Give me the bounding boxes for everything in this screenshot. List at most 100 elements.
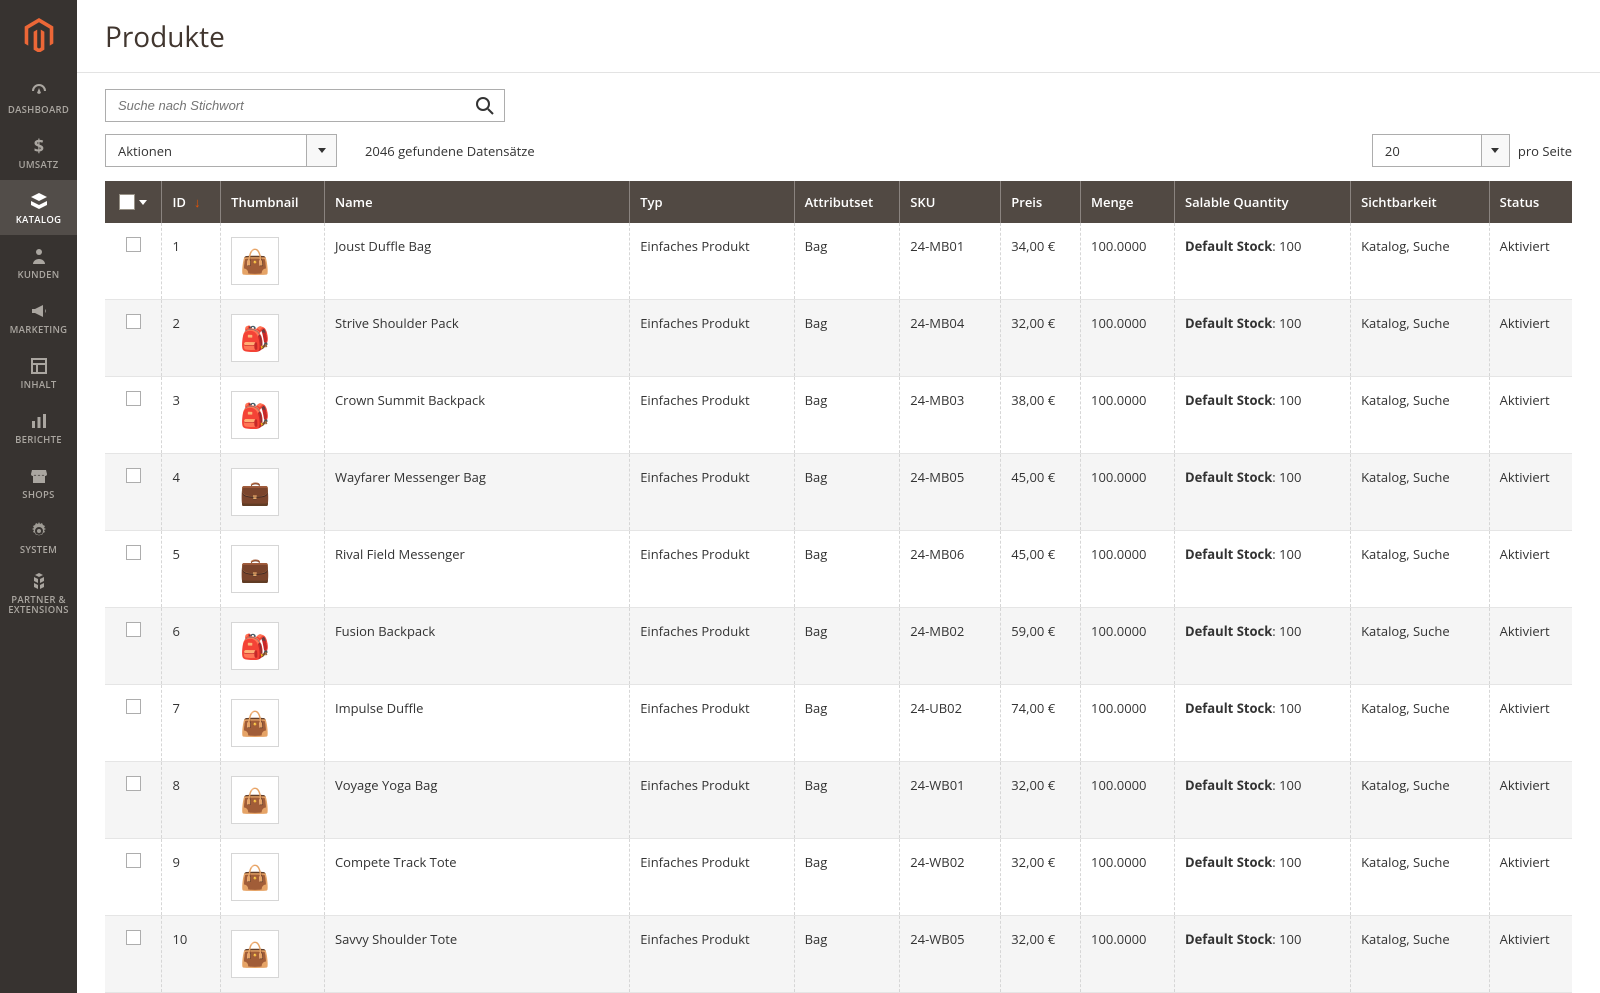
row-checkbox[interactable] [126,237,141,252]
cell-select [105,300,162,377]
cell-thumbnail: 🎒 [221,377,325,454]
search-input[interactable] [105,89,505,122]
col-header-qty[interactable]: Menge [1081,181,1175,223]
cell-qty: 100.0000 [1081,300,1175,377]
cell-id: 1 [162,223,221,300]
table-row[interactable]: 9 👜 Compete Track Tote Einfaches Produkt… [105,839,1572,916]
cell-price: 74,00 € [1001,685,1081,762]
page-size-value: 20 [1373,142,1481,160]
product-thumbnail[interactable]: 💼 [231,468,279,516]
col-header-status[interactable]: Status [1489,181,1572,223]
product-thumbnail[interactable]: 🎒 [231,314,279,362]
cell-id: 5 [162,531,221,608]
page-size-toggle[interactable] [1481,135,1509,166]
cell-type: Einfaches Produkt [630,454,794,531]
cell-salable: Default Stock: 100 [1174,685,1350,762]
col-header-visibility[interactable]: Sichtbarkeit [1351,181,1490,223]
cell-thumbnail: 🎒 [221,300,325,377]
product-thumbnail[interactable]: 👜 [231,237,279,285]
product-thumbnail[interactable]: 👜 [231,699,279,747]
row-checkbox[interactable] [126,930,141,945]
cell-id: 4 [162,454,221,531]
cell-price: 38,00 € [1001,377,1081,454]
cell-status: Aktiviert [1489,762,1572,839]
cell-visibility: Katalog, Suche [1351,223,1490,300]
page-size-select[interactable]: 20 [1372,134,1510,167]
boxes-icon [29,570,49,592]
table-row[interactable]: 2 🎒 Strive Shoulder Pack Einfaches Produ… [105,300,1572,377]
cell-attributeset: Bag [794,300,900,377]
col-header-sku[interactable]: SKU [900,181,1001,223]
cell-thumbnail: 💼 [221,531,325,608]
cell-name: Impulse Duffle [324,685,629,762]
cell-select [105,685,162,762]
cell-salable: Default Stock: 100 [1174,223,1350,300]
col-header-name[interactable]: Name [324,181,629,223]
product-grid: ID↓ Thumbnail Name Typ Attributset SKU P… [105,181,1572,993]
row-checkbox[interactable] [126,314,141,329]
product-thumbnail[interactable]: 💼 [231,545,279,593]
actions-dropdown-toggle[interactable] [306,135,336,166]
table-row[interactable]: 7 👜 Impulse Duffle Einfaches Produkt Bag… [105,685,1572,762]
nav-item-megaphone[interactable]: MARKETING [0,290,77,345]
cell-salable: Default Stock: 100 [1174,762,1350,839]
nav-item-boxes[interactable]: PARTNER & EXTENSIONS [0,565,77,620]
col-header-attributeset[interactable]: Attributset [794,181,900,223]
nav-item-bars[interactable]: BERICHTE [0,400,77,455]
cell-type: Einfaches Produkt [630,916,794,993]
row-checkbox[interactable] [126,776,141,791]
cell-name: Rival Field Messenger [324,531,629,608]
nav-item-storefront[interactable]: SHOPS [0,455,77,510]
table-row[interactable]: 5 💼 Rival Field Messenger Einfaches Prod… [105,531,1572,608]
product-thumbnail[interactable]: 👜 [231,853,279,901]
cell-type: Einfaches Produkt [630,839,794,916]
cell-qty: 100.0000 [1081,223,1175,300]
nav-label: INHALT [20,380,56,390]
col-header-select[interactable] [105,181,162,223]
table-row[interactable]: 8 👜 Voyage Yoga Bag Einfaches Produkt Ba… [105,762,1572,839]
table-row[interactable]: 1 👜 Joust Duffle Bag Einfaches Produkt B… [105,223,1572,300]
cell-type: Einfaches Produkt [630,685,794,762]
col-header-id[interactable]: ID↓ [162,181,221,223]
col-header-price[interactable]: Preis [1001,181,1081,223]
cell-select [105,839,162,916]
select-all-checkbox[interactable] [119,194,135,210]
magento-logo[interactable] [0,0,77,70]
person-icon [29,245,49,267]
row-checkbox[interactable] [126,545,141,560]
nav-item-layout[interactable]: INHALT [0,345,77,400]
col-header-salable[interactable]: Salable Quantity [1174,181,1350,223]
page-header: Produkte [77,0,1600,73]
product-thumbnail[interactable]: 👜 [231,930,279,978]
cell-status: Aktiviert [1489,454,1572,531]
search-button[interactable] [465,89,505,122]
cell-thumbnail: 👜 [221,223,325,300]
nav-item-dashboard[interactable]: DASHBOARD [0,70,77,125]
cell-status: Aktiviert [1489,223,1572,300]
cell-sku: 24-MB04 [900,300,1001,377]
row-checkbox[interactable] [126,622,141,637]
product-thumbnail[interactable]: 🎒 [231,622,279,670]
product-thumbnail[interactable]: 🎒 [231,391,279,439]
nav-item-person[interactable]: KUNDEN [0,235,77,290]
table-row[interactable]: 10 👜 Savvy Shoulder Tote Einfaches Produ… [105,916,1572,993]
table-row[interactable]: 4 💼 Wayfarer Messenger Bag Einfaches Pro… [105,454,1572,531]
table-row[interactable]: 3 🎒 Crown Summit Backpack Einfaches Prod… [105,377,1572,454]
row-checkbox[interactable] [126,468,141,483]
nav-item-dollar[interactable]: $UMSATZ [0,125,77,180]
nav-item-catalog[interactable]: KATALOG [0,180,77,235]
catalog-icon [29,190,49,212]
col-header-thumbnail[interactable]: Thumbnail [221,181,325,223]
cell-status: Aktiviert [1489,916,1572,993]
table-row[interactable]: 6 🎒 Fusion Backpack Einfaches Produkt Ba… [105,608,1572,685]
row-checkbox[interactable] [126,699,141,714]
cell-salable: Default Stock: 100 [1174,454,1350,531]
actions-dropdown[interactable]: Aktionen [105,134,337,167]
nav-item-gear[interactable]: SYSTEM [0,510,77,565]
cell-name: Fusion Backpack [324,608,629,685]
product-thumbnail[interactable]: 👜 [231,776,279,824]
col-header-type[interactable]: Typ [630,181,794,223]
row-checkbox[interactable] [126,391,141,406]
row-checkbox[interactable] [126,853,141,868]
cell-price: 45,00 € [1001,454,1081,531]
